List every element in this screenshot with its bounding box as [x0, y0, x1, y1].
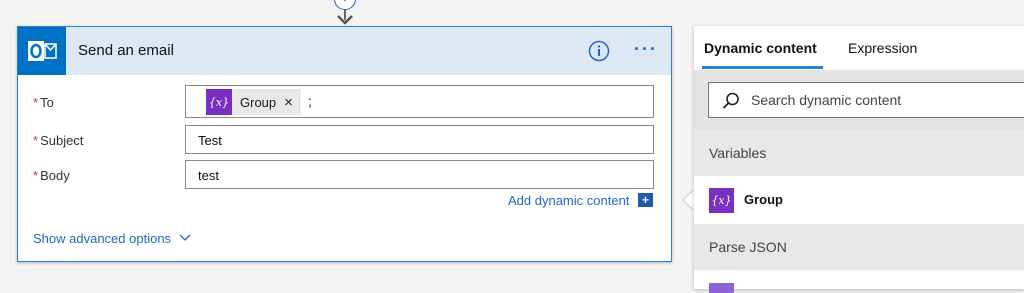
search-icon [722, 92, 739, 109]
send-email-card: Send an email ··· * To {x} Group × ; * Sub… [17, 26, 672, 262]
parse-json-icon [709, 283, 734, 293]
to-label: * To [33, 95, 54, 110]
arrow-down-icon [337, 15, 353, 25]
separator: ; [308, 93, 312, 109]
active-tab-indicator [702, 66, 823, 69]
body-field[interactable]: test [185, 160, 654, 189]
more-options-icon[interactable]: ··· [634, 39, 658, 60]
outlook-icon [18, 27, 66, 75]
item-label: Group [744, 192, 783, 207]
required-marker: * [33, 95, 39, 110]
variable-icon: {x} [206, 89, 232, 115]
body-label: * Body [33, 168, 70, 183]
section-label: Variables [709, 145, 767, 161]
tab-dynamic-content[interactable]: Dynamic content [704, 40, 817, 56]
list-item-group[interactable]: {x} Group [694, 176, 1024, 224]
subject-value: Test [198, 133, 222, 148]
add-dynamic-content-link[interactable]: Add dynamic content [508, 193, 629, 208]
subject-label: * Subject [33, 133, 84, 148]
to-field[interactable]: {x} Group × ; [185, 85, 654, 118]
chevron-down-icon [179, 234, 191, 241]
tab-expression[interactable]: Expression [848, 40, 917, 56]
variable-icon: {x} [709, 188, 734, 213]
card-title[interactable]: Send an email [78, 42, 174, 59]
required-marker: * [33, 133, 39, 148]
section-variables: Variables [694, 130, 1024, 176]
body-value: test [198, 168, 219, 183]
dynamic-content-panel: Dynamic content Expression Variables {x}… [694, 26, 1024, 293]
subject-field[interactable]: Test [185, 125, 654, 154]
section-parse-json: Parse JSON [694, 224, 1024, 270]
info-icon[interactable] [588, 40, 610, 62]
remove-token-icon[interactable]: × [284, 94, 293, 111]
section-label: Parse JSON [709, 239, 787, 255]
search-box[interactable] [708, 82, 1024, 118]
required-marker: * [33, 168, 39, 183]
add-dynamic-content-icon[interactable]: + [638, 193, 653, 207]
show-advanced-options-link[interactable]: Show advanced options [33, 231, 192, 246]
token-label: Group [240, 94, 277, 110]
panel-tabs: Dynamic content Expression [694, 26, 1024, 70]
card-header[interactable]: Send an email ··· [18, 27, 671, 75]
search-input[interactable] [751, 92, 1021, 108]
group-token[interactable]: {x} Group × [206, 89, 301, 115]
add-step-button[interactable]: + [334, 0, 356, 10]
search-area [694, 70, 1024, 130]
